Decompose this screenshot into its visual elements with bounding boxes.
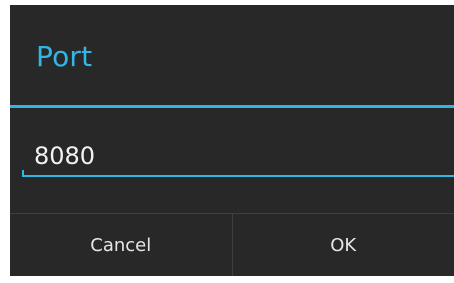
input-underline-tick — [22, 170, 24, 177]
input-underline — [22, 175, 454, 177]
port-input[interactable]: 8080 — [22, 137, 454, 177]
dialog-header: Port — [10, 5, 454, 105]
ok-button[interactable]: OK — [233, 214, 454, 276]
dialog-title: Port — [36, 40, 93, 73]
cancel-button[interactable]: Cancel — [10, 214, 232, 276]
port-dialog: Port 8080 Cancel OK — [10, 5, 454, 276]
dialog-button-bar: Cancel OK — [10, 214, 454, 276]
dialog-content: 8080 — [10, 108, 454, 213]
port-input-value[interactable]: 8080 — [34, 141, 95, 171]
